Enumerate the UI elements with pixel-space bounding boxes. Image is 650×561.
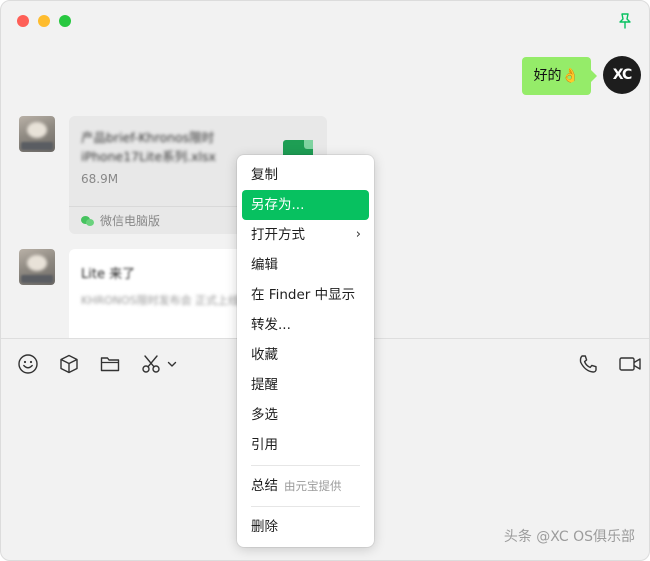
menu-item-label: 在 Finder 中显示 <box>251 287 356 303</box>
menu-item-quote[interactable]: 引用 <box>242 430 369 460</box>
menu-item-show-in-finder[interactable]: 在 Finder 中显示 <box>242 280 369 310</box>
menu-item-favorite[interactable]: 收藏 <box>242 340 369 370</box>
scissors-icon[interactable] <box>138 351 164 377</box>
menu-item-label: 收藏 <box>251 347 278 363</box>
self-avatar-text: XC <box>612 67 633 83</box>
menu-separator <box>251 465 360 466</box>
menu-item-remind[interactable]: 提醒 <box>242 370 369 400</box>
menu-item-edit[interactable]: 编辑 <box>242 250 369 280</box>
chevron-right-icon: › <box>355 227 361 242</box>
menu-item-hint: 由元宝提供 <box>284 479 342 493</box>
contact-avatar[interactable] <box>19 249 55 285</box>
menu-item-open-with[interactable]: 打开方式 › <box>242 220 369 250</box>
menu-item-summarize[interactable]: 总结 由元宝提供 <box>242 471 369 501</box>
menu-item-label: 转发... <box>251 317 291 333</box>
phone-icon[interactable] <box>575 351 601 377</box>
menu-item-multi-select[interactable]: 多选 <box>242 400 369 430</box>
menu-item-label: 引用 <box>251 437 278 453</box>
menu-item-copy[interactable]: 复制 <box>242 160 369 190</box>
menu-item-forward[interactable]: 转发... <box>242 310 369 340</box>
wechat-icon <box>81 215 94 227</box>
menu-item-label: 编辑 <box>251 257 278 273</box>
sticker-box-icon[interactable] <box>56 351 82 377</box>
menu-item-label: 删除 <box>251 519 278 535</box>
file-context-menu: 复制 另存为... 打开方式 › 编辑 在 Finder 中显示 转发... 收… <box>237 155 374 547</box>
menu-item-label: 多选 <box>251 407 278 423</box>
file-source-label: 微信电脑版 <box>100 214 161 228</box>
watermark: 头条 @XC OS俱乐部 <box>504 526 635 546</box>
folder-icon[interactable] <box>97 351 123 377</box>
outgoing-message-bubble[interactable]: 好的👌 <box>521 57 598 95</box>
file-name: 产品brief-Khronos限时iPhone17Lite系列.xlsx <box>81 130 216 164</box>
pin-icon[interactable] <box>615 11 635 31</box>
chat-window: 好的👌 XC 产品brief-Khronos限时iPhone17Lite系列.x… <box>0 0 650 561</box>
chevron-down-icon[interactable] <box>164 351 180 377</box>
emoji-icon[interactable] <box>15 351 41 377</box>
menu-item-label: 复制 <box>251 167 278 183</box>
menu-item-save-as[interactable]: 另存为... <box>242 190 369 220</box>
close-window-button[interactable] <box>17 15 29 27</box>
window-controls <box>17 15 71 27</box>
contact-avatar[interactable] <box>19 116 55 152</box>
minimize-window-button[interactable] <box>38 15 50 27</box>
self-avatar[interactable]: XC <box>603 56 641 94</box>
video-call-icon[interactable] <box>617 351 643 377</box>
menu-item-label: 另存为... <box>251 197 305 213</box>
menu-item-delete[interactable]: 删除 <box>242 512 369 542</box>
menu-item-label: 打开方式 <box>251 227 305 243</box>
menu-item-label: 总结 <box>251 478 278 494</box>
menu-item-label: 提醒 <box>251 377 278 393</box>
watermark-text: 头条 @XC OS俱乐部 <box>503 529 635 545</box>
maximize-window-button[interactable] <box>59 15 71 27</box>
menu-separator <box>251 506 360 507</box>
